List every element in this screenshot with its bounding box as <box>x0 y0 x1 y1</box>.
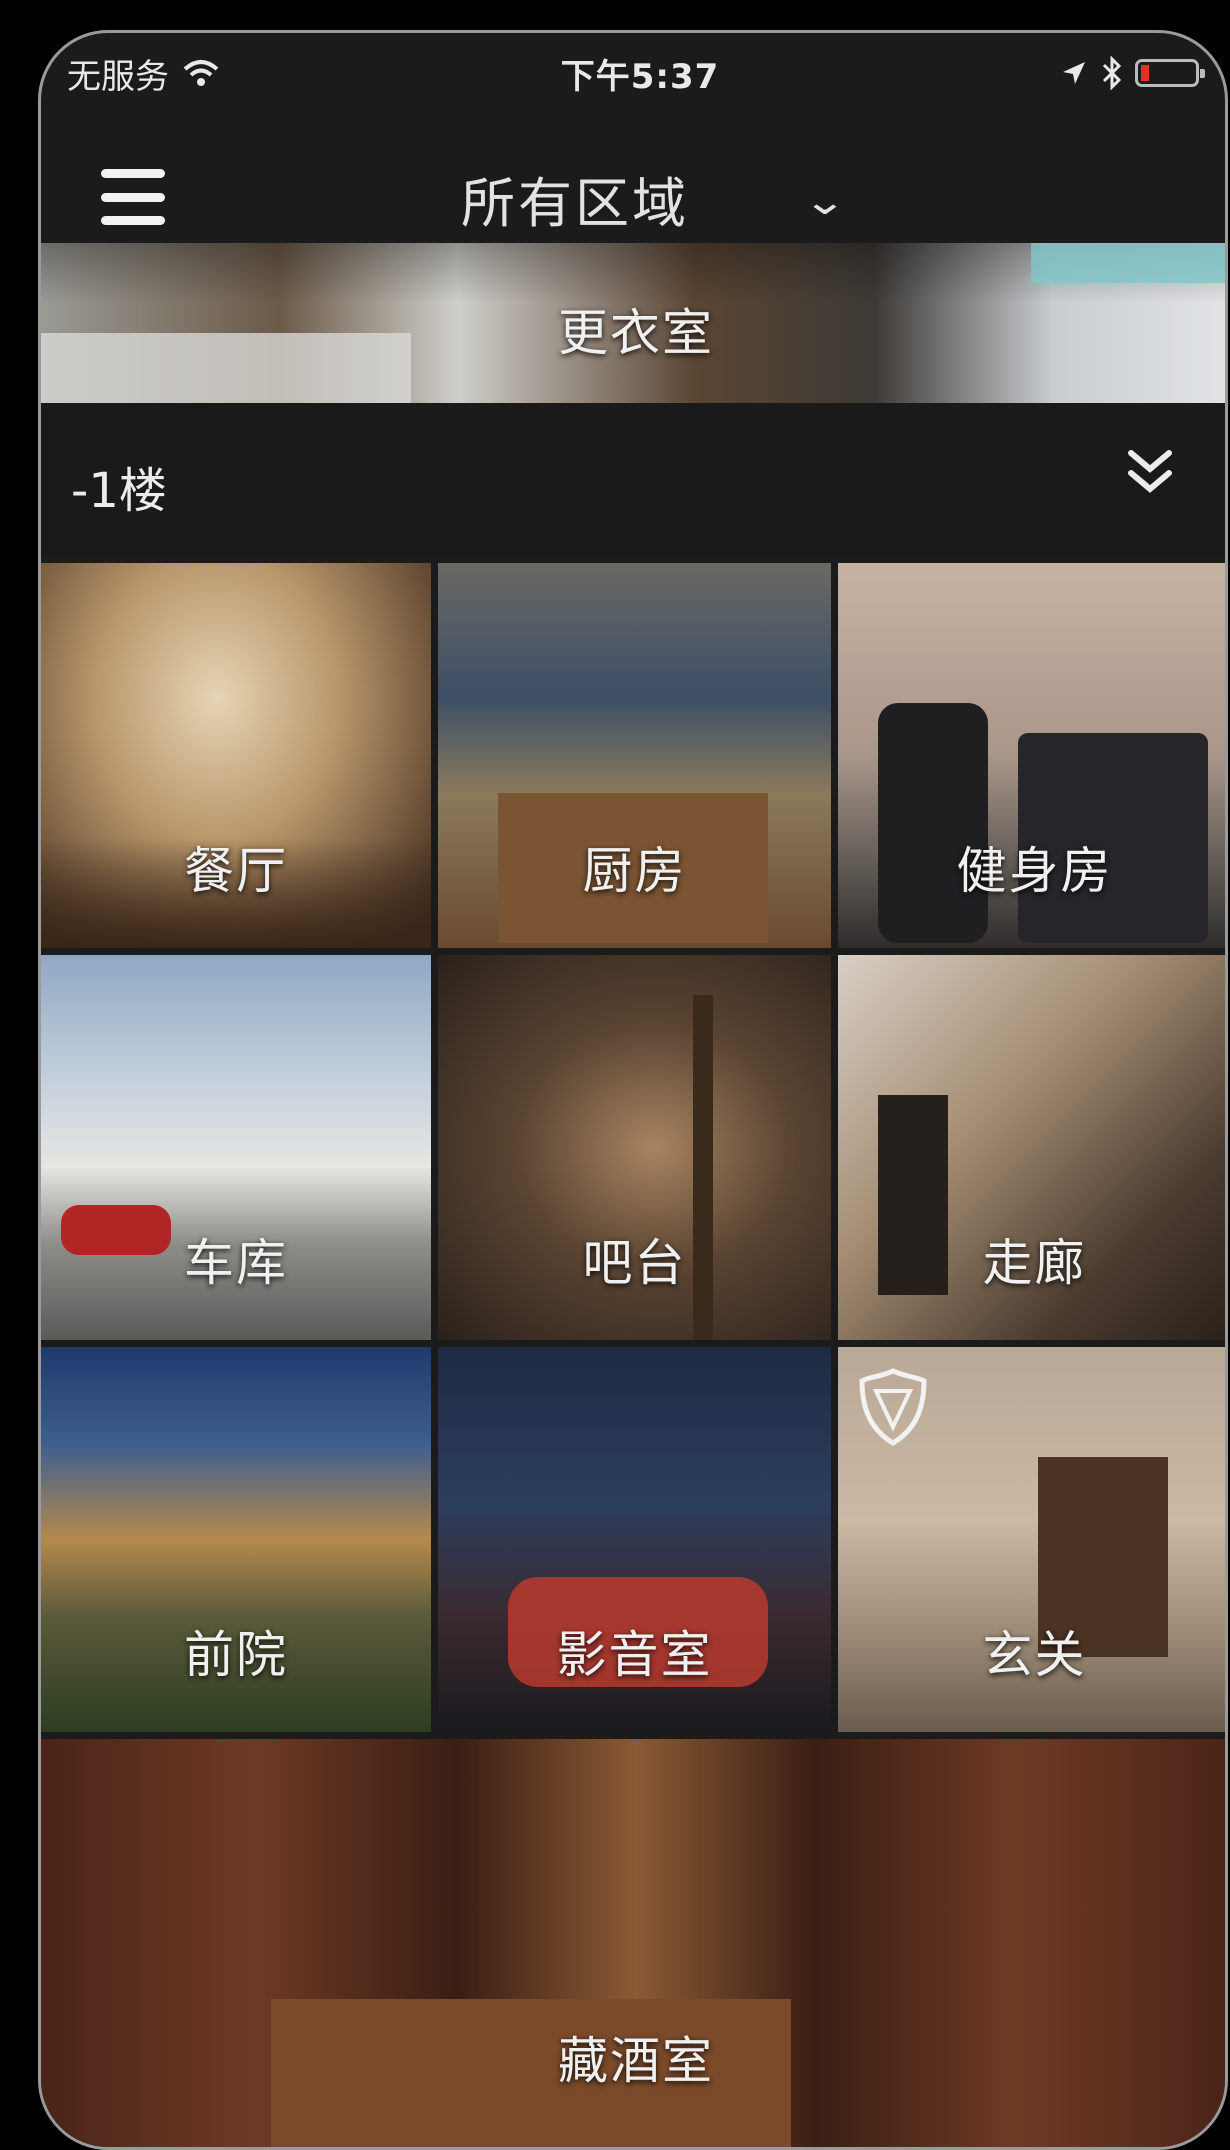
bluetooth-icon <box>1102 56 1122 90</box>
nav-title: 所有区域 <box>461 171 689 235</box>
status-time: 下午5:37 <box>560 56 720 97</box>
room-label: 餐厅 <box>184 842 288 900</box>
room-label: 吧台 <box>582 1234 687 1292</box>
collapse-chevrons-icon <box>1128 450 1172 493</box>
room-tile-gym[interactable]: 健身房 <box>838 563 1225 948</box>
room-tile-wine-cellar[interactable]: 藏酒室 <box>41 1739 1225 2147</box>
carrier-text: 无服务 <box>67 56 169 97</box>
room-tile-front-yard[interactable]: 前院 <box>41 1347 431 1732</box>
battery-icon <box>1134 59 1205 87</box>
room-label: 健身房 <box>956 842 1113 900</box>
room-tile-garage[interactable]: 车库 <box>41 955 431 1340</box>
phone-frame: 无服务 下午5:37 所有区域 ⌄ 更衣室 -1楼 餐厅 厨房 健身房 车库 吧… <box>38 30 1228 2150</box>
room-label: 影音室 <box>556 1626 713 1684</box>
room-tile-bar[interactable]: 吧台 <box>438 955 831 1340</box>
room-tile-kitchen[interactable]: 厨房 <box>438 563 831 948</box>
room-label: 玄关 <box>982 1626 1087 1684</box>
room-label: 藏酒室 <box>558 2032 714 2090</box>
wifi-icon <box>183 60 219 86</box>
location-arrow-icon <box>1062 62 1085 84</box>
room-tile-entrance[interactable]: 玄关 <box>838 1347 1225 1732</box>
shield-icon <box>859 1368 927 1446</box>
room-label: 更衣室 <box>558 304 714 362</box>
room-tile-dressing-room[interactable]: 更衣室 <box>41 243 1225 403</box>
room-tile-home-theater[interactable]: 影音室 <box>438 1347 831 1732</box>
chevron-down-icon: ⌄ <box>802 179 848 223</box>
room-label: 厨房 <box>582 842 687 900</box>
room-label: 车库 <box>184 1234 288 1292</box>
room-label: 走廊 <box>982 1234 1087 1292</box>
area-selector[interactable]: 所有区域 ⌄ <box>461 163 847 235</box>
floor-label: -1楼 <box>71 463 167 519</box>
floor-header[interactable]: -1楼 <box>41 403 1225 558</box>
hamburger-menu-icon[interactable] <box>101 169 165 225</box>
room-tile-hallway[interactable]: 走廊 <box>838 955 1225 1340</box>
room-label: 前院 <box>184 1626 288 1684</box>
room-tile-dining-room[interactable]: 餐厅 <box>41 563 431 948</box>
status-bar: 无服务 下午5:37 <box>41 33 1225 113</box>
